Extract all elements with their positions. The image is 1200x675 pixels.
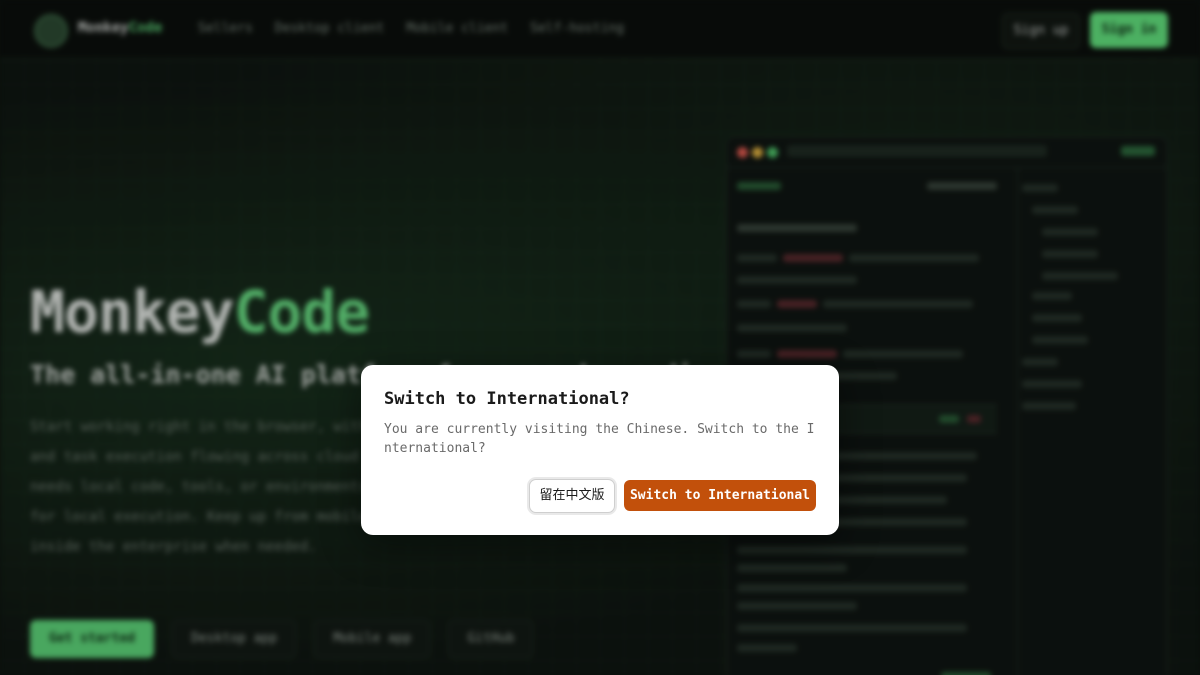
page: MonkeyCode Sellers Desktop client Mobile… <box>0 0 1200 675</box>
modal-backdrop[interactable] <box>0 0 1200 675</box>
dialog-message: You are currently visiting the Chinese. … <box>384 422 815 456</box>
dialog-title: Switch to International? <box>384 389 630 409</box>
stay-chinese-button[interactable]: 留在中文版 <box>529 479 615 513</box>
switch-international-button[interactable]: Switch to International <box>624 480 816 511</box>
switch-region-dialog: Switch to International? You are current… <box>361 365 839 535</box>
